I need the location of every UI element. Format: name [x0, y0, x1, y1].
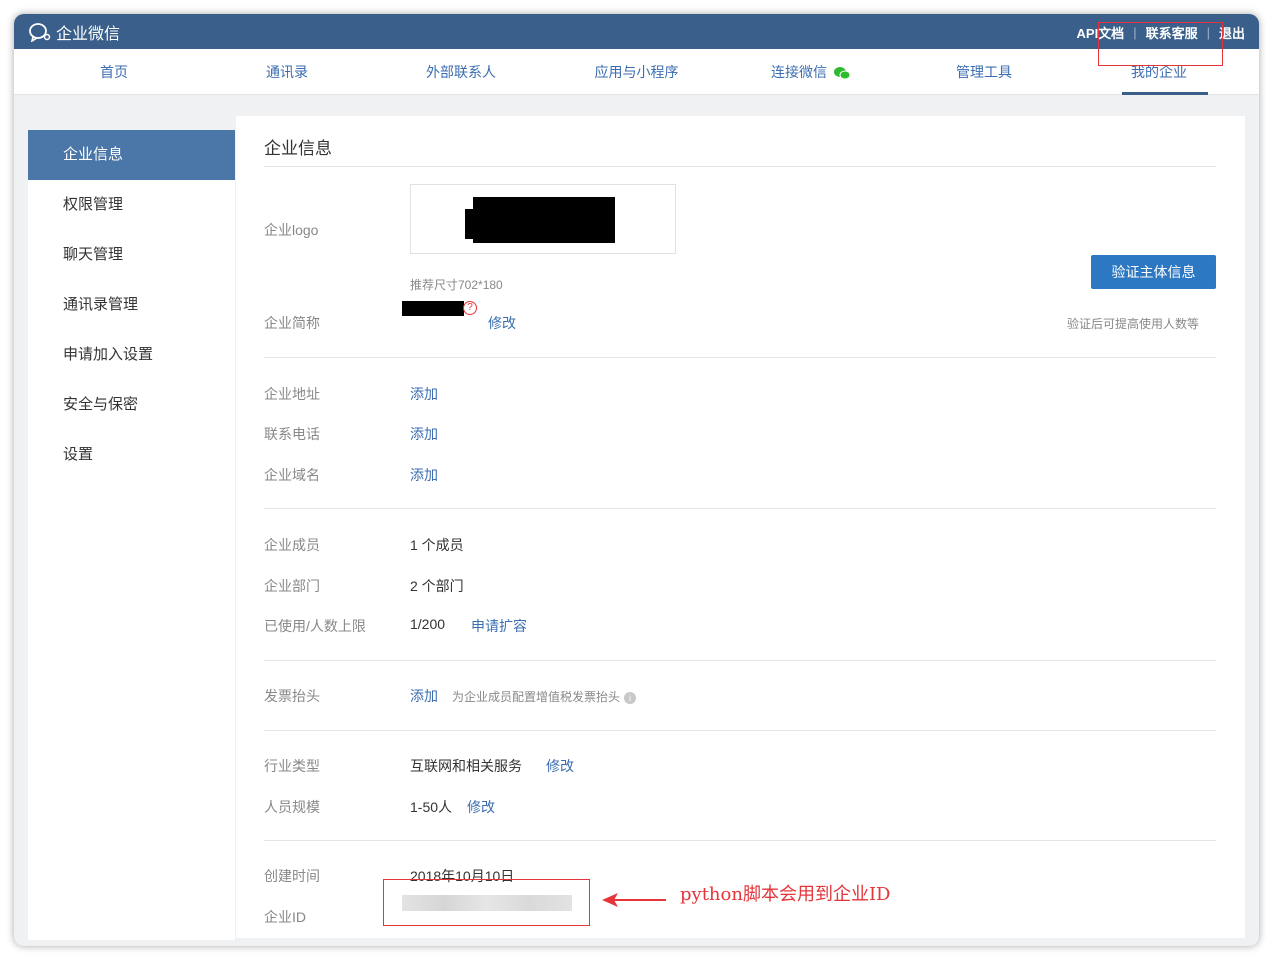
invoice-hint-text: 为企业成员配置增值税发票抬头 — [452, 690, 621, 704]
company-id-label: 企业ID — [264, 909, 306, 925]
sidebar-item-contacts[interactable]: 通讯录管理 — [28, 280, 235, 330]
info-icon[interactable]: i — [624, 691, 637, 704]
divider — [264, 660, 1216, 661]
add-phone-link[interactable]: 添加 — [410, 424, 438, 444]
edit-scale-link[interactable]: 修改 — [467, 797, 495, 817]
nav-connect-wechat[interactable]: 连接微信 — [756, 49, 866, 95]
app-window: 企业微信 API文档 | 联系客服 | 退出 首页 通讯录 外部联系人 应用与小… — [14, 14, 1259, 946]
logo-size-hint: 推荐尺寸702*180 — [410, 278, 503, 292]
sidebar-item-join-settings[interactable]: 申请加入设置 — [28, 330, 235, 380]
scale-value: 1-50人 — [410, 799, 453, 815]
wechat-icon — [834, 67, 851, 80]
highlight-box — [1098, 22, 1223, 66]
help-icon[interactable]: ? — [463, 301, 477, 315]
sidebar-item-chat[interactable]: 聊天管理 — [28, 230, 235, 280]
invoice-title-label: 发票抬头 — [264, 688, 320, 704]
logo-upload[interactable] — [410, 184, 676, 254]
domain-label: 企业域名 — [264, 467, 320, 483]
brand-name: 企业微信 — [56, 26, 121, 43]
redacted-logo — [465, 209, 475, 239]
nav-home[interactable]: 首页 — [69, 49, 159, 95]
sidebar-item-settings[interactable]: 设置 — [28, 430, 235, 480]
verify-entity-button[interactable]: 验证主体信息 — [1091, 255, 1216, 289]
industry-label: 行业类型 — [264, 758, 320, 774]
page-title: 企业信息 — [264, 139, 332, 158]
nav-active-indicator — [1122, 92, 1208, 95]
members-label: 企业成员 — [264, 537, 320, 553]
created-label: 创建时间 — [264, 868, 320, 884]
nav-apps[interactable]: 应用与小程序 — [579, 49, 694, 95]
redacted-logo — [473, 197, 615, 243]
divider — [264, 357, 1216, 358]
usage-limit-value: 1/200 — [410, 616, 446, 632]
brand[interactable]: 企业微信 — [28, 20, 120, 44]
usage-limit-label: 已使用/人数上限 — [264, 618, 366, 634]
sidebar-item-company-info[interactable]: 企业信息 — [28, 130, 235, 180]
company-id-value-blurred — [402, 895, 572, 911]
sidebar: 企业信息 权限管理 聊天管理 通讯录管理 申请加入设置 安全与保密 设置 — [28, 130, 235, 940]
nav-contacts[interactable]: 通讯录 — [242, 49, 332, 95]
redacted-short-name — [402, 301, 464, 316]
nav-admin-tools[interactable]: 管理工具 — [939, 49, 1029, 95]
short-name-label: 企业简称 — [264, 315, 320, 331]
verify-hint: 验证后可提高使用人数等 — [1067, 317, 1200, 331]
add-address-link[interactable]: 添加 — [410, 384, 438, 404]
industry-value: 互联网和相关服务 — [410, 758, 522, 774]
edit-industry-link[interactable]: 修改 — [546, 756, 574, 776]
departments-value: 2 个部门 — [410, 578, 464, 594]
main-nav: 首页 通讯录 外部联系人 应用与小程序 连接微信 管理工具 我的企业 — [14, 49, 1259, 95]
annotation-text: python脚本会用到企业ID — [680, 884, 891, 905]
top-bar: 企业微信 API文档 | 联系客服 | 退出 — [14, 14, 1259, 49]
sidebar-item-security[interactable]: 安全与保密 — [28, 380, 235, 430]
add-invoice-link[interactable]: 添加 — [410, 686, 438, 706]
add-domain-link[interactable]: 添加 — [410, 465, 438, 485]
members-value: 1 个成员 — [410, 537, 464, 553]
apply-expansion-link[interactable]: 申请扩容 — [471, 616, 527, 636]
divider — [264, 840, 1216, 841]
divider — [264, 166, 1216, 167]
departments-label: 企业部门 — [264, 578, 320, 594]
nav-connect-wechat-label: 连接微信 — [771, 64, 827, 80]
nav-external-contacts[interactable]: 外部联系人 — [411, 49, 511, 95]
edit-short-name-link[interactable]: 修改 — [488, 313, 516, 333]
scale-label: 人员规模 — [264, 799, 320, 815]
address-label: 企业地址 — [264, 386, 320, 402]
arrow-icon — [602, 893, 666, 907]
wework-logo-icon — [29, 23, 51, 42]
sidebar-item-permissions[interactable]: 权限管理 — [28, 180, 235, 230]
content-panel: 企业信息 企业logo 推荐尺寸702*180 验证主体信息 验证后可提高使用人… — [236, 116, 1245, 938]
invoice-hint: 为企业成员配置增值税发票抬头 i — [452, 688, 637, 705]
divider — [264, 730, 1216, 731]
logo-label: 企业logo — [264, 222, 319, 238]
phone-label: 联系电话 — [264, 426, 320, 442]
divider — [264, 508, 1216, 509]
